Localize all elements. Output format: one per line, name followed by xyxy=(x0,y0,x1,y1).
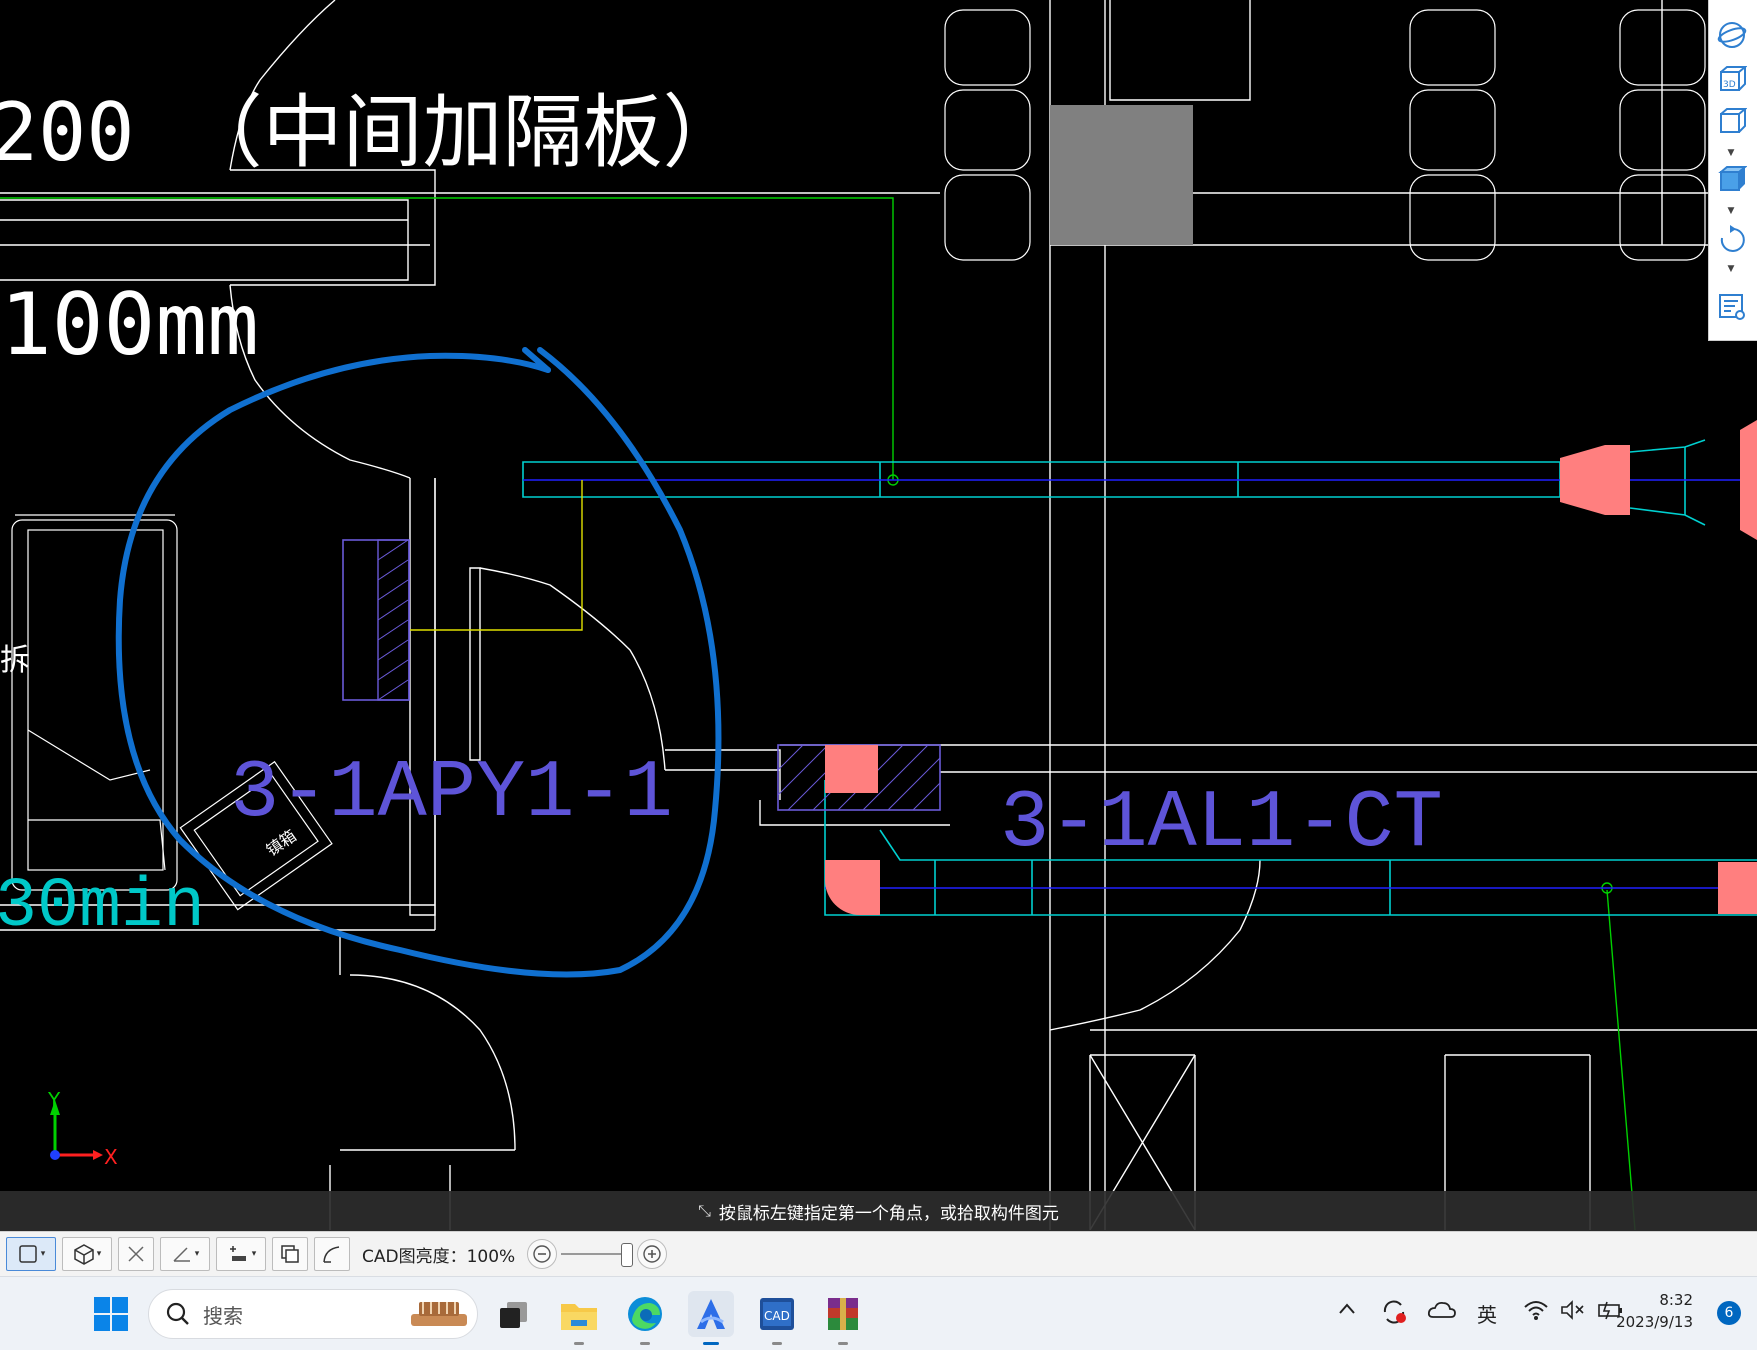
yellow-leader xyxy=(410,480,583,631)
prompt-text: 按鼠标左键指定第一个角点，或拾取构件图元 xyxy=(718,1203,1059,1224)
glodon-icon xyxy=(697,1299,725,1329)
select-box-icon xyxy=(18,1245,37,1263)
rotate-icon[interactable] xyxy=(1715,222,1749,256)
app-file-explorer[interactable] xyxy=(556,1291,602,1345)
volume-muted-icon[interactable] xyxy=(1559,1299,1585,1326)
layer-panel-icon[interactable] xyxy=(1715,290,1749,324)
cabinet-label-b: 3-1AL1-CT xyxy=(1000,777,1443,870)
cad-icon: CAD xyxy=(760,1298,794,1330)
edge-icon xyxy=(628,1297,662,1331)
dimension-button[interactable]: ▾ xyxy=(216,1237,266,1271)
active-indicator xyxy=(703,1342,719,1345)
search-placeholder: 搜索 xyxy=(203,1303,243,1328)
taskbar-search[interactable]: 搜索 xyxy=(148,1289,478,1339)
chevron-down-icon[interactable]: ▼ xyxy=(1725,148,1737,158)
clock-time: 8:32 xyxy=(1659,1291,1693,1309)
minus-icon xyxy=(533,1245,551,1263)
cad-app-text: CAD xyxy=(764,1309,790,1323)
chevron-down-icon[interactable]: ▼ xyxy=(1725,206,1737,216)
search-icon xyxy=(166,1302,189,1325)
system-tray: 英 8:32 2023/9/13 6 xyxy=(1297,1277,1757,1350)
copy-icon xyxy=(281,1245,299,1263)
dimension-icon xyxy=(229,1246,246,1261)
cad-drawing[interactable]: 200 （中间加隔板） 100mm 3-1APY1-1 3-1AL1-CT 30… xyxy=(0,0,1757,1230)
clock-date: 2023/9/13 xyxy=(1616,1313,1693,1331)
running-indicator xyxy=(772,1342,782,1345)
copy-view-button[interactable] xyxy=(272,1237,308,1271)
view-cube-button[interactable]: ▾ xyxy=(62,1237,112,1271)
small-label: 拆 xyxy=(0,643,30,678)
brightness-slider[interactable] xyxy=(561,1239,634,1269)
shrink-icon: ⤡ xyxy=(698,1201,711,1220)
view-toolbar: 3D ▼ ▼ ▼ xyxy=(1708,0,1757,341)
taskbar: 搜索 CAD 英 8:32 2023/9/13 6 xyxy=(0,1276,1757,1350)
task-view-button[interactable] xyxy=(490,1291,536,1337)
bottom-toolbar: ▾ ▾ ▾ ▾ CAD图亮度：100% xyxy=(0,1231,1757,1276)
cad-brightness-label: CAD图亮度：100% xyxy=(362,1246,516,1267)
sync-icon[interactable] xyxy=(1381,1299,1409,1330)
angle-button[interactable]: ▾ xyxy=(160,1237,210,1271)
box-icon xyxy=(73,1244,94,1265)
axis-y-label: Y xyxy=(47,1088,61,1112)
3d-view-icon[interactable]: 3D xyxy=(1715,62,1749,96)
app-glodon[interactable] xyxy=(688,1291,734,1345)
clock[interactable]: 8:32 2023/9/13 xyxy=(1616,1289,1693,1333)
arc-tool-button[interactable] xyxy=(314,1237,350,1271)
notification-badge[interactable]: 6 xyxy=(1717,1301,1741,1325)
cross-icon xyxy=(128,1246,144,1262)
winrar-icon xyxy=(828,1298,858,1330)
running-indicator xyxy=(838,1342,848,1345)
task-view-icon xyxy=(500,1302,527,1328)
width-label: 100mm xyxy=(0,275,259,375)
start-button[interactable] xyxy=(88,1291,134,1337)
app-winrar[interactable] xyxy=(820,1291,866,1345)
chevron-down-icon[interactable]: ▼ xyxy=(1725,264,1737,274)
chevron-up-icon[interactable] xyxy=(1337,1299,1357,1324)
ime-indicator[interactable]: 英 xyxy=(1477,1299,1497,1328)
partition-label: 200 （中间加隔板） xyxy=(0,86,743,179)
cube-view-icon[interactable] xyxy=(1715,104,1749,138)
plus-icon xyxy=(643,1245,661,1263)
zoom-out-button[interactable] xyxy=(527,1239,558,1269)
zoom-in-button[interactable] xyxy=(637,1239,668,1269)
cross-button[interactable] xyxy=(118,1237,154,1271)
running-indicator xyxy=(574,1342,584,1345)
app-edge[interactable] xyxy=(622,1291,668,1345)
3d-badge: 3D xyxy=(1723,80,1736,90)
app-cad[interactable]: CAD xyxy=(754,1291,800,1345)
command-prompt: ⤡ 按鼠标左键指定第一个角点，或拾取构件图元 xyxy=(0,1191,1757,1231)
search-highlight-icon xyxy=(411,1302,467,1326)
wifi-icon[interactable] xyxy=(1523,1299,1549,1326)
select-mode-button[interactable]: ▾ xyxy=(6,1237,56,1271)
orbit-icon[interactable] xyxy=(1715,18,1749,52)
file-explorer-icon xyxy=(561,1304,597,1330)
cabinet-label-a: 3-1APY1-1 xyxy=(230,747,673,840)
running-indicator xyxy=(640,1342,650,1345)
solid-cube-icon[interactable] xyxy=(1715,162,1749,196)
ucs-axis-icon: Y X xyxy=(47,1088,118,1169)
arc-icon xyxy=(323,1246,340,1263)
onedrive-icon[interactable] xyxy=(1427,1299,1457,1326)
angle-icon xyxy=(173,1247,190,1262)
annotation-circle xyxy=(115,347,722,978)
axis-x-label: X xyxy=(104,1145,118,1169)
cabinet-3-1apy1-1[interactable] xyxy=(342,539,410,701)
windows-icon xyxy=(94,1297,128,1331)
time-label: 30min xyxy=(0,868,205,947)
slider-thumb[interactable] xyxy=(621,1243,634,1267)
cad-drawing-canvas[interactable]: 200 （中间加隔板） 100mm 3-1APY1-1 3-1AL1-CT 30… xyxy=(0,0,1757,1230)
structural-column xyxy=(1050,105,1193,245)
